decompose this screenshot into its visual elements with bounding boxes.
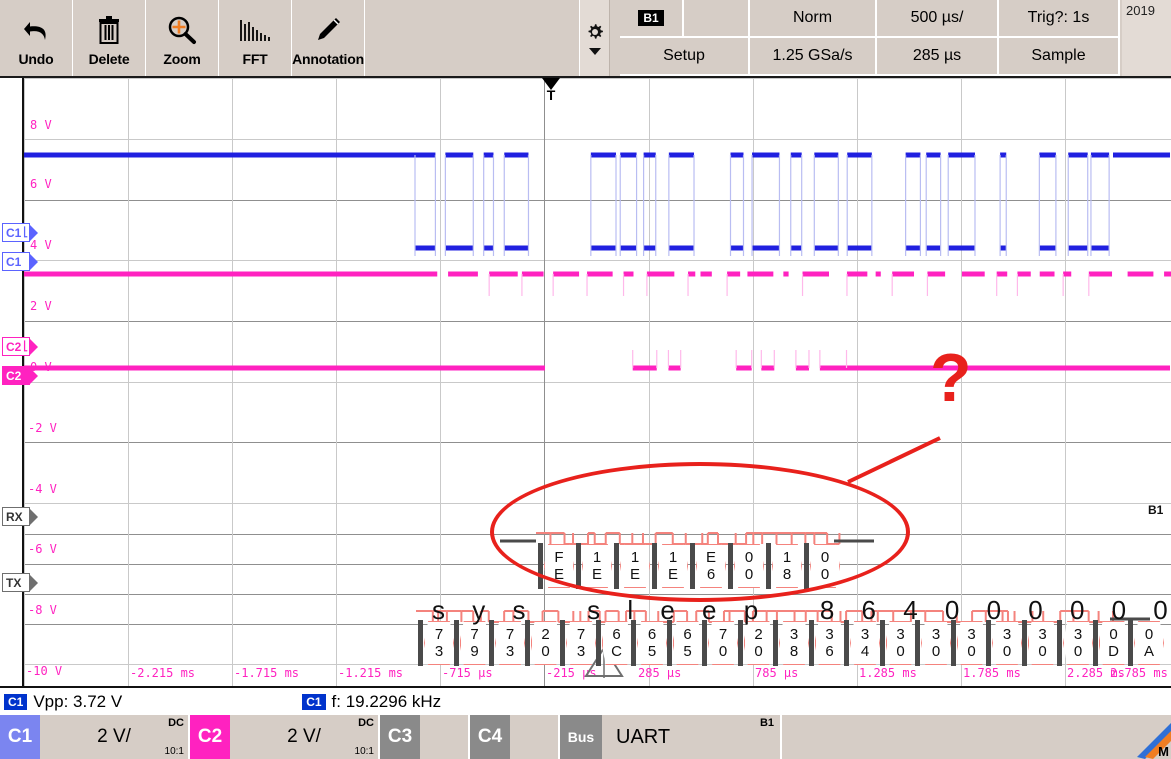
bus-chip-cell[interactable]: B1 — [620, 0, 684, 38]
channel-tab-c3[interactable]: C3 — [380, 715, 470, 759]
top-toolbar: Undo Delete Zoom FFT Annotation B1 Norm … — [0, 0, 1171, 78]
chevron-down-icon[interactable] — [588, 47, 601, 55]
channel-tab-c1[interactable]: C1 2 V/ DC 10:1 — [0, 715, 190, 759]
date-display: 2019 — [1122, 0, 1171, 76]
brand-logo: M — [1131, 715, 1171, 759]
bus-tab-name: UART — [616, 725, 671, 748]
gear-icon — [588, 23, 603, 39]
meas-0-chip: C1 — [4, 693, 28, 710]
channel-c1-attenuation: 10:1 — [164, 746, 184, 757]
status-grid: B1 Norm 500 µs/ Trig?: 1s Setup 1.25 GSa… — [620, 0, 1120, 76]
undo-arrow-icon — [20, 9, 52, 51]
channel-c2-id: C2 — [190, 715, 230, 759]
measurement-bar: C1 Vpp: 3.72 V C1 f: 19.2296 kHz — [0, 686, 1171, 715]
acquisition-mode-cell[interactable]: Sample — [999, 38, 1120, 76]
channel-c2-scale: 2 V/ — [287, 726, 321, 747]
channel-c2-attenuation: 10:1 — [354, 746, 374, 757]
channel-tab-c4[interactable]: C4 — [470, 715, 560, 759]
channel-c1-scale: 2 V/ — [97, 726, 131, 747]
annotation-button[interactable]: Annotation — [292, 0, 365, 76]
meas-0-value[interactable]: Vpp: 3.72 V — [33, 692, 122, 712]
channel-c2-coupling: DC — [358, 717, 374, 729]
sample-rate-cell: 1.25 GSa/s — [750, 38, 877, 76]
brand-mark: M — [1158, 744, 1169, 759]
delay-cell[interactable]: 285 µs — [877, 38, 999, 76]
zoom-label: Zoom — [163, 51, 201, 67]
toolbar-empty-slot — [365, 0, 580, 76]
channel-c3-id: C3 — [380, 715, 420, 759]
status-empty-cell — [684, 0, 750, 38]
timebase-cell[interactable]: 500 µs/ — [877, 0, 999, 38]
magnifier-plus-icon — [166, 9, 198, 51]
bus-tab-id: Bus — [560, 715, 602, 759]
trigger-status-cell[interactable]: Trig?: 1s — [999, 0, 1120, 38]
trash-icon — [95, 9, 123, 51]
zoom-button[interactable]: Zoom — [146, 0, 219, 76]
channel-c1-id: C1 — [0, 715, 40, 759]
waveform-display[interactable]: 8 V 6 V 4 V 2 V 0 V -2 V -4 V -6 V -8 V … — [0, 78, 1171, 686]
bus-tab[interactable]: Bus UART B1 — [560, 715, 782, 759]
undo-button[interactable]: Undo — [0, 0, 73, 76]
meas-1-chip: C1 — [302, 693, 326, 710]
delete-button[interactable]: Delete — [73, 0, 146, 76]
channel-c1-coupling: DC — [168, 717, 184, 729]
channel-c4-id: C4 — [470, 715, 510, 759]
fft-label: FFT — [242, 51, 268, 67]
channel-tab-c2[interactable]: C2 2 V/ DC 10:1 — [190, 715, 380, 759]
bus-tab-badge: B1 — [759, 717, 774, 729]
annotation-question-mark: ? — [930, 340, 972, 416]
setup-cell[interactable]: Setup — [620, 38, 750, 76]
channel-bar: C1 2 V/ DC 10:1 C2 2 V/ DC 10:1 C3 C4 Bu… — [0, 715, 1171, 759]
annotation-label: Annotation — [292, 51, 364, 67]
acq-mode-cell[interactable]: Norm — [750, 0, 877, 38]
undo-label: Undo — [18, 51, 54, 67]
fft-button[interactable]: FFT — [219, 0, 292, 76]
delete-label: Delete — [88, 51, 130, 67]
pencil-icon — [313, 9, 343, 51]
settings-column[interactable] — [580, 0, 610, 76]
bus-chip-label: B1 — [638, 10, 664, 26]
fft-spectrum-icon — [238, 9, 272, 51]
meas-1-value[interactable]: f: 19.2296 kHz — [332, 692, 442, 712]
annotation-pointer-line — [847, 436, 941, 484]
